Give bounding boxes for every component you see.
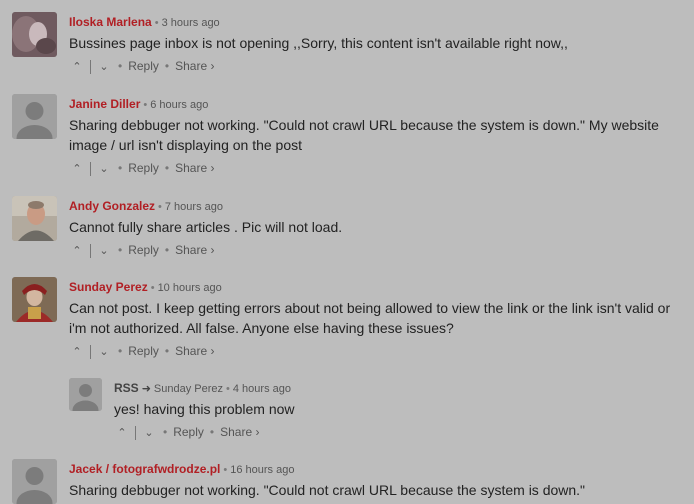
comment-actions: ⌃ ⌄ • Reply • Share › <box>69 341 680 361</box>
comment-timestamp[interactable]: 6 hours ago <box>150 99 208 111</box>
comment-text: Sharing debbuger not working. "Could not… <box>69 482 586 498</box>
avatar[interactable] <box>12 459 57 504</box>
share-button[interactable]: Share › <box>175 344 214 358</box>
downvote-icon[interactable]: ⌄ <box>96 342 112 362</box>
reply-button[interactable]: Reply <box>128 243 159 257</box>
share-button[interactable]: Share › <box>175 243 214 257</box>
reply-button[interactable]: Reply <box>128 59 159 73</box>
comment-text: Sharing debbuger not working. "Could not… <box>69 117 659 153</box>
upvote-icon[interactable]: ⌃ <box>69 342 85 362</box>
reply-to-author[interactable]: Sunday Perez <box>154 383 223 395</box>
downvote-icon[interactable]: ⌄ <box>96 159 112 179</box>
downvote-icon[interactable]: ⌄ <box>96 241 112 261</box>
share-button[interactable]: Share › <box>220 425 259 439</box>
share-button[interactable]: Share › <box>175 161 214 175</box>
comment-text: Bussines page inbox is not opening ,,Sor… <box>69 35 568 51</box>
comment-actions: ⌃ ⌄ • Reply • Share › <box>69 56 680 76</box>
comment-author[interactable]: RSS <box>114 381 139 395</box>
avatar[interactable] <box>12 12 57 57</box>
share-button[interactable]: Share › <box>175 59 214 73</box>
comment-author[interactable]: Janine Diller <box>69 97 140 111</box>
downvote-icon[interactable]: ⌄ <box>141 423 157 443</box>
comment-actions: ⌃ ⌄ • Reply • Share › <box>69 240 680 260</box>
reply-button[interactable]: Reply <box>128 344 159 358</box>
upvote-icon[interactable]: ⌃ <box>69 57 85 77</box>
reply-button[interactable]: Reply <box>173 425 204 439</box>
vote-divider <box>90 59 91 74</box>
comment-author[interactable]: Sunday Perez <box>69 280 148 294</box>
upvote-icon[interactable]: ⌃ <box>69 241 85 261</box>
avatar[interactable] <box>12 196 57 241</box>
avatar[interactable] <box>12 94 57 139</box>
comment-timestamp[interactable]: 4 hours ago <box>233 383 291 395</box>
avatar[interactable] <box>69 378 102 411</box>
comment-author[interactable]: Jacek / fotografwdrodze.pl <box>69 462 220 476</box>
avatar[interactable] <box>12 277 57 322</box>
comment-author[interactable]: Andy Gonzalez <box>69 199 155 213</box>
comment-timestamp[interactable]: 16 hours ago <box>230 464 294 476</box>
comment-actions: ⌃ ⌄ • Reply • Share › <box>69 158 680 178</box>
separator-dot: • <box>154 17 159 29</box>
comment-timestamp[interactable]: 7 hours ago <box>165 201 223 213</box>
comment-timestamp[interactable]: 10 hours ago <box>158 282 222 294</box>
comment-author[interactable]: Iloska Marlena <box>69 15 152 29</box>
comment-text: Can not post. I keep getting errors abou… <box>69 300 671 336</box>
comment-timestamp[interactable]: 3 hours ago <box>162 17 220 29</box>
downvote-icon[interactable]: ⌄ <box>96 57 112 77</box>
comment-actions: ⌃ ⌄ • Reply • Share › <box>114 422 680 442</box>
comment-text: Cannot fully share articles . Pic will n… <box>69 219 343 235</box>
reply-arrow-icon: ➜ <box>141 383 151 395</box>
reply-button[interactable]: Reply <box>128 161 159 175</box>
comment-text: yes! having this problem now <box>114 401 295 417</box>
upvote-icon[interactable]: ⌃ <box>69 159 85 179</box>
upvote-icon[interactable]: ⌃ <box>114 423 130 443</box>
